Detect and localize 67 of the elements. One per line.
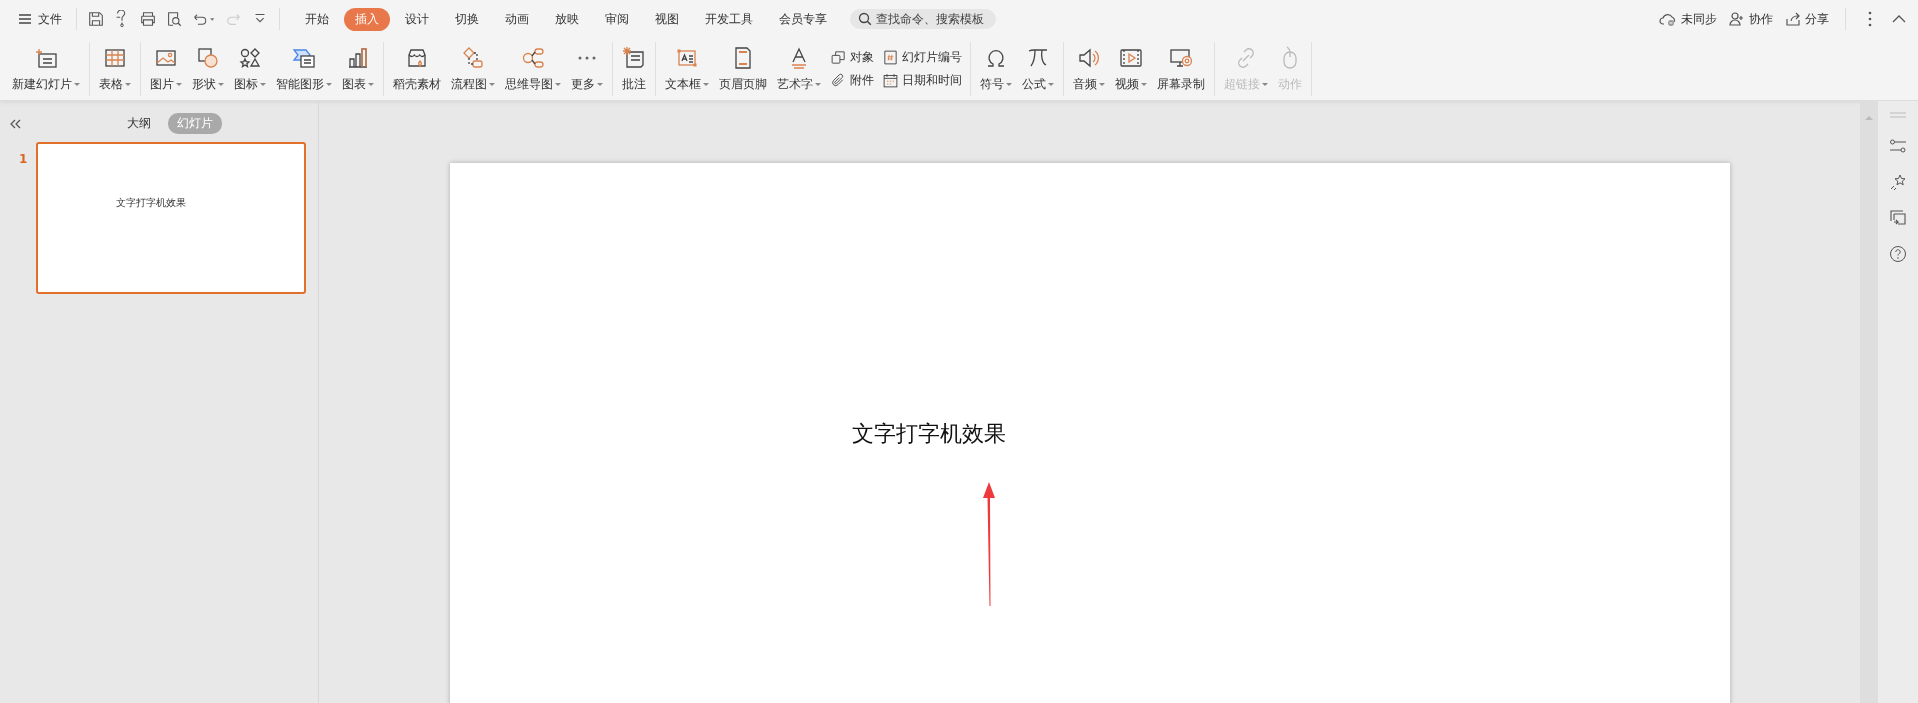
- note-icon: [622, 45, 646, 70]
- ribbon-tab[interactable]: 切换: [444, 7, 490, 31]
- copy-icon: [830, 49, 847, 66]
- print-icon[interactable]: [139, 10, 157, 28]
- ribbon-button[interactable]: 形状: [188, 40, 228, 98]
- search-icon: [858, 12, 872, 26]
- cloud-icon: [1659, 11, 1677, 27]
- ribbon-button[interactable]: 公式: [1018, 40, 1058, 98]
- ribbon-tab[interactable]: 视图: [644, 7, 690, 31]
- ribbon-button[interactable]: 表格: [95, 40, 135, 98]
- file-menu[interactable]: 文件: [14, 6, 66, 32]
- ribbon-button[interactable]: 附件: [830, 72, 874, 89]
- collapse-panel-icon[interactable]: [8, 117, 22, 130]
- hash-box-icon: [882, 49, 899, 66]
- ribbon-button[interactable]: 屏幕录制: [1153, 40, 1209, 98]
- slide-thumbnail[interactable]: 文字打字机效果: [36, 142, 307, 294]
- ribbon-tab[interactable]: 审阅: [594, 7, 640, 31]
- slide-number: 1: [19, 152, 28, 166]
- sliders-icon[interactable]: [1889, 137, 1907, 155]
- ribbon-tab[interactable]: 会员专享: [768, 7, 838, 31]
- ribbon-button[interactable]: 更多: [567, 40, 607, 98]
- bar-chart-icon: [346, 45, 370, 70]
- ribbon-button[interactable]: 稻壳素材: [389, 40, 445, 98]
- ribbon-button[interactable]: 页眉页脚: [715, 40, 771, 98]
- share-icon: [1785, 11, 1801, 27]
- ribbon-button[interactable]: 智能图形: [272, 40, 336, 98]
- shapes-icon: [196, 45, 220, 70]
- handle-icon[interactable]: [1889, 111, 1907, 119]
- ribbon-button[interactable]: 视频: [1111, 40, 1151, 98]
- scrollbar[interactable]: [1860, 101, 1878, 703]
- ribbon-tab[interactable]: 动画: [494, 7, 540, 31]
- calendar-icon: [882, 72, 899, 89]
- slides-icon[interactable]: [1889, 209, 1907, 227]
- flowchart-icon: [461, 45, 485, 70]
- ribbon-button[interactable]: 思维导图: [501, 40, 565, 98]
- ribbon-tab[interactable]: 设计: [394, 7, 440, 31]
- print-preview-icon[interactable]: [165, 10, 183, 28]
- slide-title: 文字打字机效果: [851, 420, 1006, 448]
- ribbon-button[interactable]: 新建幻灯片: [8, 40, 84, 98]
- dots-icon: [578, 55, 596, 60]
- ribbon-button[interactable]: 对象: [830, 49, 874, 66]
- search-field[interactable]: 查找命令、搜索模板: [850, 9, 996, 29]
- ribbon-tab[interactable]: 开始: [294, 7, 340, 31]
- star-icon[interactable]: [1889, 173, 1907, 191]
- mind-map-icon: [521, 45, 545, 70]
- ribbon-button[interactable]: 日期和时间: [882, 72, 962, 89]
- ribbon-button[interactable]: 图标: [230, 40, 270, 98]
- menu-icon: [18, 13, 32, 25]
- ribbon-button[interactable]: 图表: [338, 40, 378, 98]
- ribbon-button[interactable]: 幻灯片编号: [882, 49, 962, 66]
- ribbon-button[interactable]: 批注: [618, 40, 650, 98]
- ribbon-button[interactable]: 音频: [1069, 40, 1109, 98]
- ribbon-tab[interactable]: 放映: [544, 7, 590, 31]
- thumbnail-title: 文字打字机效果: [116, 196, 187, 210]
- collaborate-button[interactable]: 协作: [1729, 10, 1773, 28]
- sync-status-button[interactable]: 未同步: [1659, 10, 1717, 28]
- add-user-icon: [1729, 11, 1745, 27]
- ribbon-button[interactable]: 艺术字: [773, 40, 825, 98]
- ribbon-button[interactable]: 流程图: [447, 40, 499, 98]
- ribbon-button[interactable]: 图片: [146, 40, 186, 98]
- ribbon-button[interactable]: 文本框: [661, 40, 713, 98]
- ribbon-button[interactable]: 符号: [976, 40, 1016, 98]
- help-icon[interactable]: [1889, 245, 1907, 263]
- save-icon[interactable]: [87, 10, 105, 28]
- ribbon-tab[interactable]: 开发工具: [694, 7, 764, 31]
- panel-tab[interactable]: 大纲: [118, 113, 160, 134]
- share-button[interactable]: 分享: [1785, 10, 1829, 28]
